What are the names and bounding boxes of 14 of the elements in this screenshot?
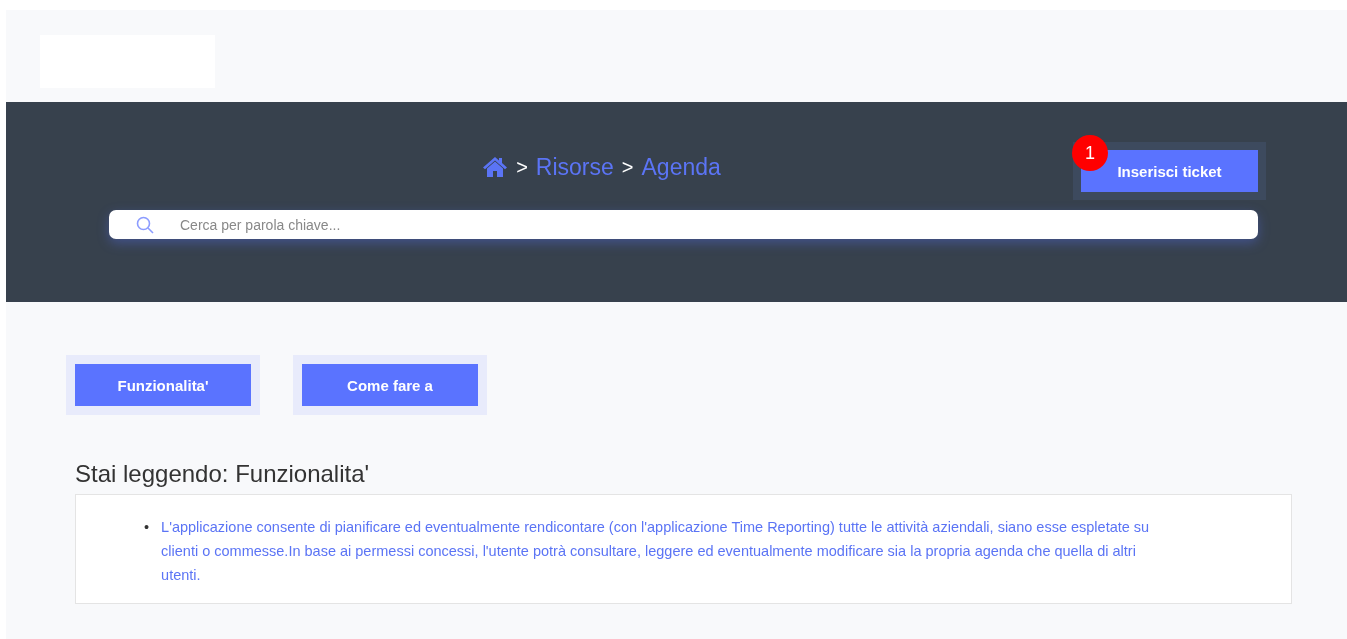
breadcrumb-link[interactable]: Agenda	[641, 153, 721, 181]
breadcrumb-separator: >	[621, 155, 634, 179]
breadcrumb-separator: >	[516, 155, 528, 179]
breadcrumb-link[interactable]: Risorse	[535, 153, 614, 181]
tab-button[interactable]: Come fare a	[302, 364, 478, 406]
home-icon[interactable]	[482, 156, 509, 178]
description-text: L'applicazione consente di pianificare ed eventualmente rendicontare (con l'applicazione Time Reporting) tutte le attività aziendali, siano esse espletate su clienti o commesse.In base ai permessi concessi, l'utente potrà consultare, leggere ed eventualmente modificare sia la propria agenda che quella di altri utenti.	[161, 518, 1151, 585]
tab-button[interactable]: Funzionalita'	[75, 364, 251, 406]
bullet: •	[144, 518, 150, 537]
search-icon	[136, 215, 154, 234]
search-bar[interactable]: Cerca per parola chiave...	[109, 210, 1258, 239]
search-field[interactable]: Cerca per parola chiave...	[178, 215, 1258, 234]
count-badge: 1	[1072, 135, 1108, 171]
section-title: Stai leggendo: Funzionalita'	[75, 460, 371, 488]
